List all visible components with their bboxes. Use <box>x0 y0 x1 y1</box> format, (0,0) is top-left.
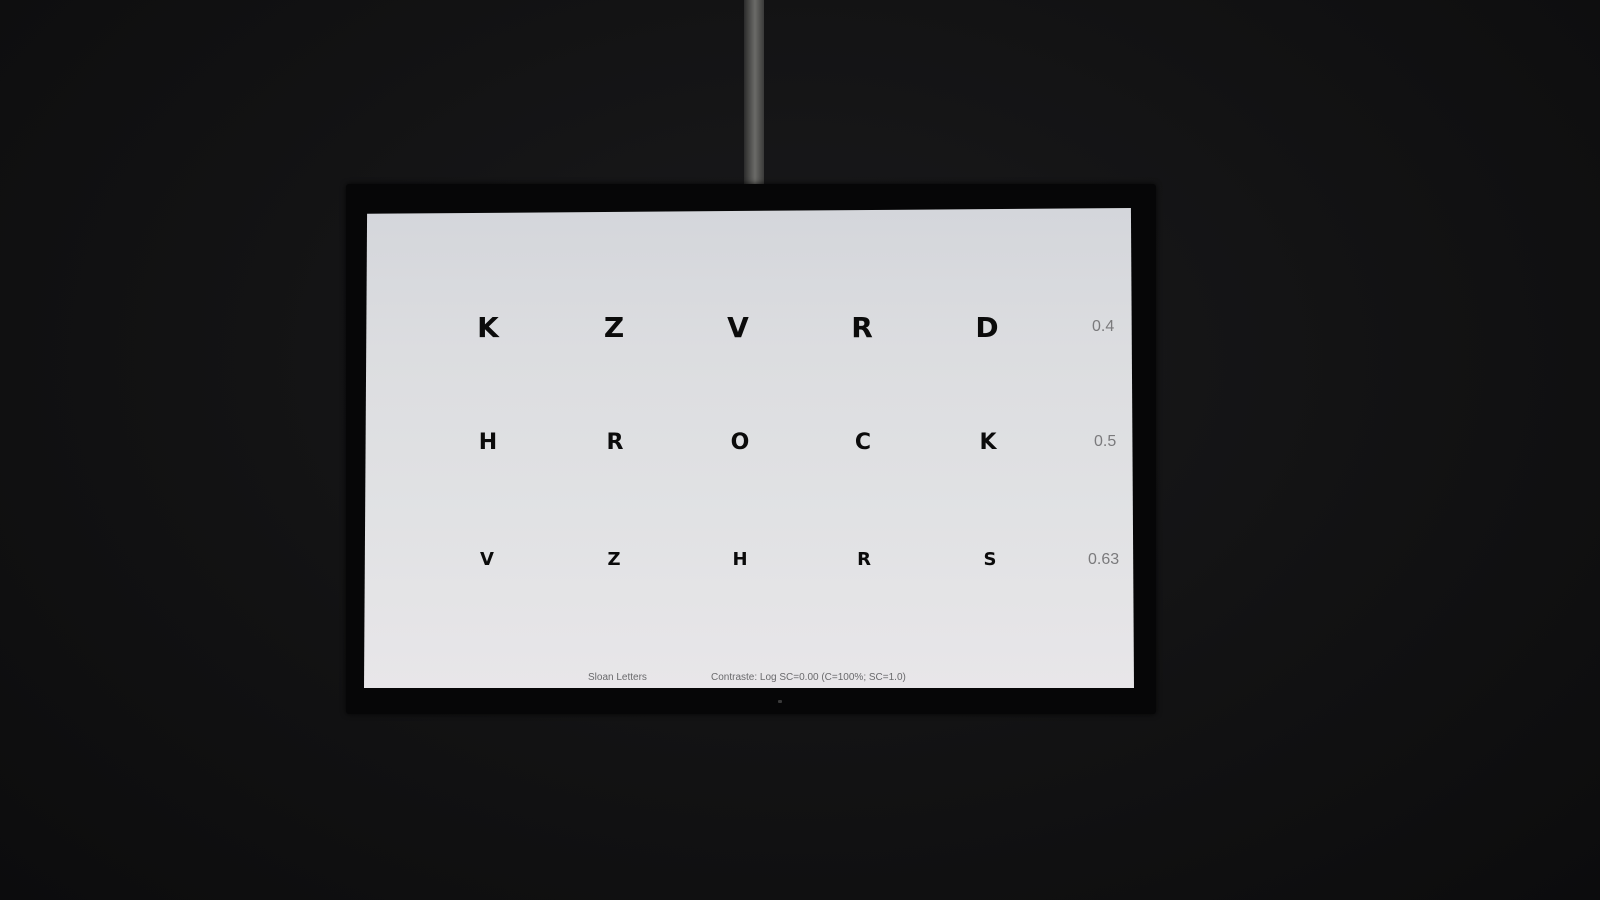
optotype-letter: V <box>480 549 494 570</box>
visual-acuity-chart-screen: K Z V R D 0.4 H R O C K 0.5 V Z H R S 0.… <box>364 208 1134 688</box>
optotype-letter: Z <box>607 549 621 570</box>
optotype-letter: R <box>851 311 873 344</box>
optotype-letter: V <box>727 311 749 344</box>
monitor-mount-pole <box>744 0 764 186</box>
room-background: K Z V R D 0.4 H R O C K 0.5 V Z H R S 0.… <box>0 0 1600 900</box>
optotype-letter: O <box>730 430 750 455</box>
optotype-letter: D <box>975 311 999 344</box>
optotype-letter: R <box>606 430 624 455</box>
optotype-letter: K <box>477 311 499 344</box>
contrast-info-label: Contraste: Log SC=0.00 (C=100%; SC=1.0) <box>711 672 906 683</box>
acuity-value-label: 0.4 <box>1092 318 1115 335</box>
optotype-letter: H <box>732 549 748 570</box>
optotype-letter: K <box>979 430 997 455</box>
optotype-type-label: Sloan Letters <box>588 672 647 683</box>
optotype-letter: R <box>857 549 871 570</box>
optotype-letter: H <box>478 430 498 455</box>
optotype-letter: C <box>854 430 872 455</box>
acuity-value-label: 0.5 <box>1094 433 1117 450</box>
optotype-letter: Z <box>603 311 625 344</box>
acuity-value-label: 0.63 <box>1088 551 1120 568</box>
power-indicator-icon <box>778 700 782 703</box>
optotype-letter: S <box>983 549 997 570</box>
